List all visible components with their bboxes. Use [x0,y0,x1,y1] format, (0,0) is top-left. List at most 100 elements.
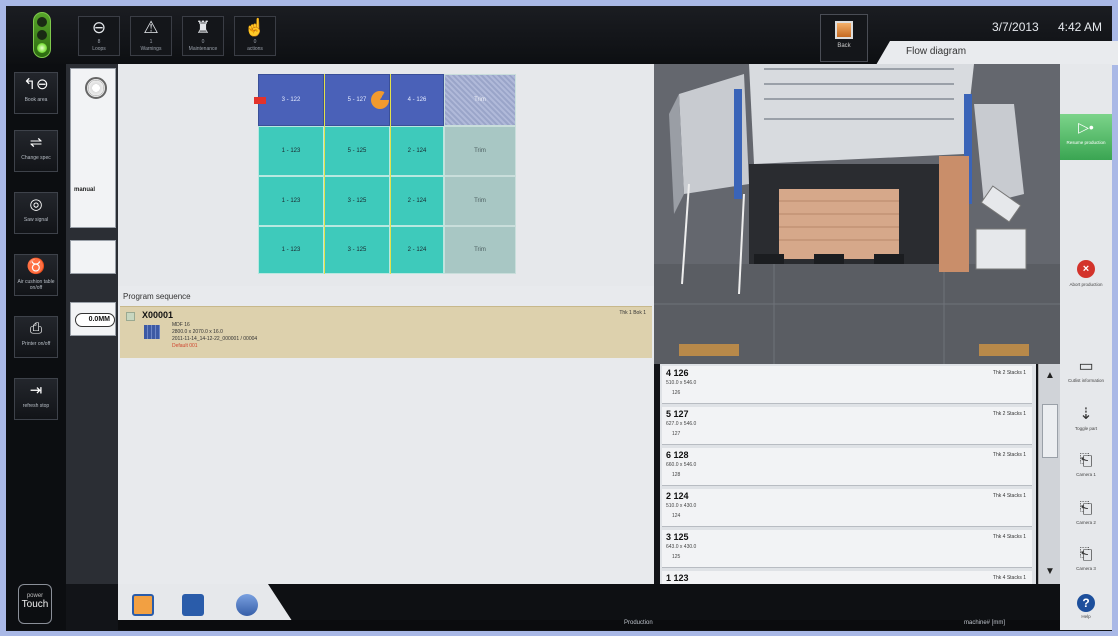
pattern-cell[interactable]: 1 - 123 [258,226,324,274]
printer-button[interactable]: ⎙ Printer on/off [14,316,58,358]
cut-line [390,74,391,274]
program-checkbox[interactable] [126,312,135,321]
air-cushion-button[interactable]: ♉ Air cushion table on/off [14,254,58,296]
machine-3d-view [654,64,1060,364]
part-dimensions: 510.0 x 430.0 [666,503,697,509]
pattern-cell[interactable]: Trim [444,176,516,226]
saw-signal-button[interactable]: ◎ Saw signal [14,192,58,234]
help-button[interactable]: ? Help [1060,594,1112,620]
traffic-light-icon [28,12,56,62]
cutting-pattern-panel: 3 - 122 5 - 127 4 - 126 Trim 1 - 123 5 - 125 2… [118,64,654,286]
stack-view-icon[interactable] [236,594,258,616]
pattern-cell[interactable]: 5 - 125 [324,126,390,176]
pattern-cell[interactable]: 2 - 124 [390,126,444,176]
saw-icon: ◎ [29,196,43,213]
cutlist-info-button[interactable]: ▭ Cutlist information [1060,356,1112,384]
part-count: Thk 2 Stacks 1 [992,370,1026,376]
minus-circle-icon: ⊖ [91,18,107,37]
part-list-item[interactable]: 2 124 510.0 x 430.0 124 Thk 4 Stacks 1 [662,489,1032,527]
part-list-item[interactable]: 4 126 510.0 x 546.0 126 Thk 2 Stacks 1 [662,366,1032,404]
close-icon: × [1077,260,1095,278]
pattern-cell[interactable]: Trim [444,74,516,126]
right-toolbar: ▷• Resume production × Abort production … [1060,64,1112,630]
part-dimensions: 510.0 x 546.0 [666,380,697,386]
part-list-item[interactable]: 5 127 627.0 x 546.0 127 Thk 2 Stacks 1 [662,407,1032,445]
pattern-cell[interactable]: 4 - 126 [390,74,444,126]
change-icon: ⇌ [29,134,43,151]
toggle-icon: ⇣ [1079,406,1093,423]
blank-card [70,240,116,274]
parts-scrollbar[interactable]: ▲ ▼ [1038,364,1060,584]
program-row[interactable]: X00001 MDF 16 2800.0 x 2070.0 x 16.0 201… [120,306,652,358]
change-spec-button[interactable]: ⇌ Change spec [14,130,58,172]
toggle-part-button[interactable]: ⇣ Toggle part [1060,404,1112,432]
saw-blade-icon [85,77,107,99]
saw-position-marker [254,97,266,104]
oilcan-icon: ♜ [195,18,211,37]
pattern-cell[interactable]: 1 - 123 [258,126,324,176]
part-count: Thk 4 Stacks 1 [992,575,1026,581]
scroll-up-icon[interactable]: ▲ [1042,368,1058,384]
cut-line [324,74,325,274]
saw-status-card[interactable]: manual [70,68,116,228]
part-id: 2 124 [666,491,689,501]
warning-icon: ⚠ [143,18,159,37]
book-area-button[interactable]: ↰⊖ Book area [14,72,58,114]
part-id: 6 128 [666,450,689,460]
tab-flow-diagram[interactable]: Flow diagram [876,41,1118,65]
date-label: 3/7/2013 [992,20,1039,34]
camera-1-button[interactable]: ⎗ Camera 1 [1060,450,1112,478]
pattern-cell[interactable]: 2 - 124 [390,226,444,274]
hand-icon: ☝ [244,18,266,37]
pattern-cell[interactable]: 2 - 124 [390,176,444,226]
part-id: 3 125 [666,532,689,542]
power-touch-logo: power Touch [18,584,52,624]
machine-illustration [654,64,1060,364]
cursor-marker-icon [371,91,389,109]
part-list-item[interactable]: 6 128 660.0 x 546.0 128 Thk 2 Stacks 1 [662,448,1032,486]
pattern-cell[interactable]: 3 - 125 [324,226,390,274]
camera-2-button[interactable]: ⎗ Camera 2 [1060,498,1112,526]
back-button[interactable]: Back [820,14,868,62]
time-label: 4:42 AM [1058,20,1103,34]
part-number: 125 [672,554,681,560]
help-icon: ? [1077,594,1095,612]
scroll-thumb[interactable] [1042,404,1058,458]
scroll-down-icon[interactable]: ▼ [1042,564,1058,580]
pattern-cell[interactable]: 1 - 123 [258,176,324,226]
saw-view-icon[interactable] [132,594,154,616]
parts-list[interactable]: 4 126 510.0 x 546.0 126 Thk 2 Stacks 15 127… [660,364,1036,609]
part-dimensions: 627.0 x 546.0 [666,421,697,427]
actions-button[interactable]: ☝ 0 actions [234,16,276,56]
gauge-card: 0.0MM [70,302,116,336]
part-id: 4 126 [666,368,689,378]
part-dimensions: 660.0 x 546.0 [666,462,697,468]
part-dimensions: 643.0 x 430.0 [666,544,697,550]
book-area-icon: ↰⊖ [23,76,49,93]
maintenance-button[interactable]: ♜ 0 Maintenance [182,16,224,56]
program-sequence-panel: Program sequence X00001 MDF 16 2800.0 x … [118,286,654,584]
status-bar: Production machine# [mm] [118,620,1060,630]
abort-production-button[interactable]: × Abort production [1060,260,1112,288]
refresh-stop-button[interactable]: ⇥ refresh stop [14,378,58,420]
pattern-cell[interactable]: 3 - 125 [324,176,390,226]
camera-icon: ⎗ [1079,452,1093,469]
part-list-item[interactable]: 3 125 643.0 x 430.0 125 Thk 4 Stacks 1 [662,530,1032,568]
part-count: Thk 2 Stacks 1 [992,452,1026,458]
pattern-thumbnail-icon [144,325,160,339]
camera-icon: ⎗ [1079,500,1093,517]
part-count: Thk 4 Stacks 1 [992,493,1026,499]
warnings-button[interactable]: ⚠ 1 Warnings [130,16,172,56]
pattern-cell[interactable]: 3 - 122 [258,74,324,126]
continue-icon: ▷• [1078,119,1094,135]
flow-view-icon[interactable] [182,594,204,616]
loops-button[interactable]: ⊖ 8 Loops [78,16,120,56]
part-count: Thk 2 Stacks 1 [992,411,1026,417]
camera-3-button[interactable]: ⎗ Camera 3 [1060,544,1112,572]
resume-production-button[interactable]: ▷• Resume production [1060,114,1112,160]
pattern-cell[interactable]: Trim [444,226,516,274]
back-icon [835,21,853,39]
pattern-cell[interactable]: Trim [444,126,516,176]
part-number: 127 [672,431,681,437]
part-number: 126 [672,390,681,396]
